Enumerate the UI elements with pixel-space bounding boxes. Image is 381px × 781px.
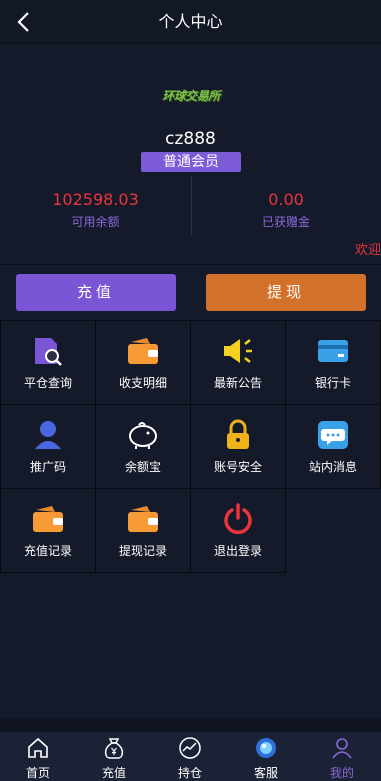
announcement-marquee: 欢迎 (355, 243, 381, 258)
grid-item-label: 充值记录 (23, 544, 72, 558)
tab-mine[interactable]: 我的 (304, 732, 380, 781)
grid-item-logout[interactable]: 退出登录 (190, 488, 286, 573)
grid-item-account-security[interactable]: 账号安全 (190, 404, 286, 489)
page-title: 个人中心 (158, 12, 223, 31)
tab-home[interactable]: 首页 (0, 732, 76, 781)
grid-item-recharge-records[interactable]: 充值记录 (0, 488, 96, 573)
grid-item-promo-code[interactable]: 推广码 (0, 404, 96, 489)
tab-label: 我的 (329, 766, 354, 780)
grid-item-label: 收支明细 (118, 376, 167, 390)
tab-label: 充值 (101, 766, 126, 780)
bonus-stat: 0.00 已获赠金 (191, 176, 381, 236)
grid-item-messages[interactable]: 站内消息 (285, 404, 381, 489)
announcement-speaker-icon (191, 335, 285, 367)
chart-line-icon (152, 736, 228, 760)
logo-text: 环球交易所 (162, 88, 220, 103)
money-bag-icon (76, 736, 152, 760)
member-level-badge: 普通会员 (141, 152, 241, 172)
grid-item-label: 账号安全 (213, 460, 262, 474)
person-icon (1, 419, 95, 451)
action-bar: 充值 提现 (0, 264, 381, 320)
grid-item-label: 退出登录 (213, 544, 262, 558)
tab-positions[interactable]: 持仓 (152, 732, 228, 781)
grid-item-label: 提现记录 (118, 544, 167, 558)
grid-item-announcements[interactable]: 最新公告 (190, 320, 286, 405)
power-icon (191, 503, 285, 535)
recharge-button[interactable]: 充值 (16, 274, 176, 311)
grid-item-label: 平仓查询 (23, 376, 72, 390)
close-position-query-icon (1, 335, 95, 367)
bonus-value: 0.00 (268, 190, 304, 209)
grid-item-close-query[interactable]: 平仓查询 (0, 320, 96, 405)
piggy-bank-icon (96, 419, 190, 451)
tab-label: 客服 (253, 766, 278, 780)
user-icon (304, 736, 380, 760)
grid-item-withdraw-records[interactable]: 提现记录 (95, 488, 191, 573)
lock-icon (191, 419, 285, 451)
chat-message-icon (286, 419, 380, 451)
grid-item-label: 推广码 (29, 460, 66, 474)
bonus-label: 已获赠金 (261, 215, 310, 229)
bottom-tab-bar: 首页 充值 持仓 客服 我的 (0, 732, 381, 781)
customer-service-icon (228, 736, 304, 760)
withdraw-button[interactable]: 提现 (206, 274, 366, 311)
tab-label: 持仓 (177, 766, 202, 780)
tab-label: 首页 (25, 766, 50, 780)
bottom-divider-strip (0, 718, 381, 732)
grid-item-yuebao[interactable]: 余额宝 (95, 404, 191, 489)
wallet-icon (96, 335, 190, 367)
profile-section: 环球交易所 cz888 普通会员 102598.03 可用余额 0.00 已获赠… (0, 44, 381, 264)
wallet-icon (1, 503, 95, 535)
balance-value: 102598.03 (52, 190, 139, 209)
username: cz888 (165, 129, 216, 149)
home-icon (0, 736, 76, 760)
grid-item-income-expense[interactable]: 收支明细 (95, 320, 191, 405)
tab-recharge[interactable]: 充值 (76, 732, 152, 781)
top-nav-bar: 个人中心 (0, 0, 381, 44)
tab-customer-service[interactable]: 客服 (228, 732, 304, 781)
bank-card-icon (286, 335, 380, 367)
grid-item-label: 站内消息 (308, 460, 357, 474)
balance-stat: 102598.03 可用余额 (0, 176, 191, 236)
grid-item-label: 最新公告 (213, 376, 262, 390)
grid-item-label: 银行卡 (314, 376, 351, 390)
brand-logo: 环球交易所 (160, 82, 222, 108)
balance-label: 可用余额 (71, 215, 120, 229)
wallet-icon (96, 503, 190, 535)
grid-item-bank-card[interactable]: 银行卡 (285, 320, 381, 405)
grid-item-label: 余额宝 (124, 460, 161, 474)
